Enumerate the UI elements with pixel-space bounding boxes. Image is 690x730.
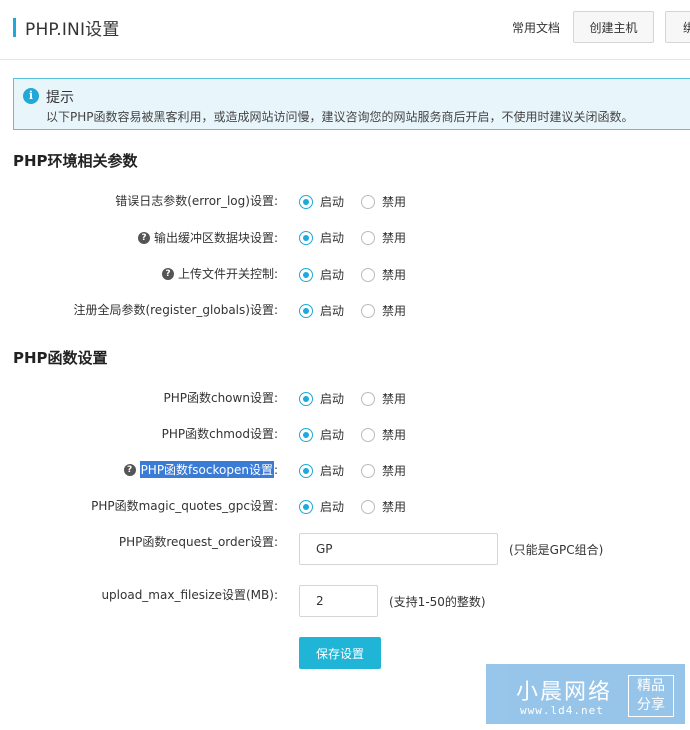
radio-unchecked-icon xyxy=(361,499,375,514)
radio-checked-icon xyxy=(299,391,313,406)
watermark-logo: 小晨网络 www.ld4.net 精品 分享 xyxy=(486,664,685,724)
radio-checked-icon xyxy=(299,267,313,282)
radio-enable-label: 启动 xyxy=(320,231,345,245)
file-uploads-disable-radio[interactable]: 禁用 xyxy=(361,266,406,283)
upload-max-label-text: upload_max_filesize设置(MB): xyxy=(101,588,278,602)
radio-checked-icon xyxy=(299,463,313,478)
fsockopen-enable-radio[interactable]: 启动 xyxy=(299,462,344,479)
radio-disable-label: 禁用 xyxy=(382,268,407,282)
radio-enable-label: 启动 xyxy=(320,428,345,442)
chmod-label-text: PHP函数chmod设置: xyxy=(161,427,278,441)
create-host-button[interactable]: 创建主机 xyxy=(573,11,654,43)
section-title-env: PHP环境相关参数 xyxy=(13,152,138,170)
upload-max-hint: (支持1-50的整数) xyxy=(389,595,486,609)
request-order-label-text: PHP函数request_order设置: xyxy=(118,535,278,549)
radio-checked-icon xyxy=(299,427,313,442)
magic-quotes-label-text: PHP函数magic_quotes_gpc设置: xyxy=(91,499,278,513)
radio-enable-label: 启动 xyxy=(320,464,345,478)
magic-quotes-disable-radio[interactable]: 禁用 xyxy=(361,498,406,515)
help-icon[interactable]: ? xyxy=(137,231,150,244)
radio-disable-label: 禁用 xyxy=(382,428,407,442)
section-title-functions: PHP函数设置 xyxy=(13,349,108,367)
radio-unchecked-icon xyxy=(361,267,375,282)
radio-checked-icon xyxy=(299,194,313,209)
radio-unchecked-icon xyxy=(361,463,375,478)
register-globals-label: 注册全局参数(register_globals)设置: xyxy=(73,301,278,318)
watermark-badge-line1: 精品 xyxy=(637,678,665,694)
bind-button[interactable]: 绑 xyxy=(665,11,690,43)
fsockopen-label-text: PHP函数fsockopen设置 xyxy=(139,461,274,478)
tip-text: 以下PHP函数容易被黑客利用，或造成网站访问慢，建议咨询您的网站服务商后开启，不… xyxy=(46,110,634,124)
tip-box: i 提示 以下PHP函数容易被黑客利用，或造成网站访问慢，建议咨询您的网站服务商… xyxy=(13,78,690,130)
watermark-badge-line2: 分享 xyxy=(637,697,665,713)
tip-title: 提示 xyxy=(46,90,74,106)
save-settings-button[interactable]: 保存设置 xyxy=(299,637,381,669)
radio-checked-icon xyxy=(299,230,313,245)
top-bar: PHP.INI设置 常用文档 创建主机 绑 xyxy=(0,0,690,60)
radio-enable-label: 启动 xyxy=(320,392,345,406)
radio-unchecked-icon xyxy=(361,427,375,442)
upload-max-label: upload_max_filesize设置(MB): xyxy=(101,586,278,603)
radio-unchecked-icon xyxy=(361,303,375,318)
fsockopen-disable-radio[interactable]: 禁用 xyxy=(361,462,406,479)
radio-checked-icon xyxy=(299,499,313,514)
info-icon: i xyxy=(23,88,39,104)
page-title: PHP.INI设置 xyxy=(25,20,120,40)
watermark-title: 小晨网络 xyxy=(516,680,613,705)
radio-checked-icon xyxy=(299,303,313,318)
error-log-enable-radio[interactable]: 启动 xyxy=(299,193,344,210)
help-icon[interactable]: ? xyxy=(161,267,174,280)
docs-link[interactable]: 常用文档 xyxy=(512,19,560,36)
request-order-hint: (只能是GPC组合) xyxy=(509,543,604,557)
register-globals-enable-radio[interactable]: 启动 xyxy=(299,302,344,319)
output-buffer-disable-radio[interactable]: 禁用 xyxy=(361,229,406,246)
fsockopen-label-colon: : xyxy=(273,462,278,477)
request-order-label: PHP函数request_order设置: xyxy=(119,533,278,550)
chmod-label: PHP函数chmod设置: xyxy=(162,425,278,442)
fsockopen-label: ? PHP函数fsockopen设置: xyxy=(123,461,278,478)
radio-disable-label: 禁用 xyxy=(382,500,407,514)
magic-quotes-label: PHP函数magic_quotes_gpc设置: xyxy=(91,497,278,514)
output-buffer-label-text: 输出缓冲区数据块设置: xyxy=(153,231,278,245)
help-icon[interactable]: ? xyxy=(123,463,136,476)
chown-enable-radio[interactable]: 启动 xyxy=(299,390,344,407)
radio-enable-label: 启动 xyxy=(320,500,345,514)
file-uploads-label: ? 上传文件开关控制: xyxy=(161,265,278,282)
radio-unchecked-icon xyxy=(361,230,375,245)
watermark-badge: 精品 分享 xyxy=(628,675,674,717)
chown-label-text: PHP函数chown设置: xyxy=(163,391,278,405)
error-log-label-text: 错误日志参数(error_log)设置: xyxy=(115,194,278,208)
radio-enable-label: 启动 xyxy=(320,304,345,318)
radio-disable-label: 禁用 xyxy=(382,304,407,318)
radio-disable-label: 禁用 xyxy=(382,392,407,406)
file-uploads-enable-radio[interactable]: 启动 xyxy=(299,266,344,283)
watermark-url: www.ld4.net xyxy=(520,704,604,717)
radio-unchecked-icon xyxy=(361,194,375,209)
chmod-enable-radio[interactable]: 启动 xyxy=(299,426,344,443)
title-accent-bar xyxy=(13,18,16,37)
radio-enable-label: 启动 xyxy=(320,195,345,209)
register-globals-disable-radio[interactable]: 禁用 xyxy=(361,302,406,319)
radio-disable-label: 禁用 xyxy=(382,195,407,209)
output-buffer-enable-radio[interactable]: 启动 xyxy=(299,229,344,246)
register-globals-label-text: 注册全局参数(register_globals)设置: xyxy=(73,303,278,317)
radio-unchecked-icon xyxy=(361,391,375,406)
chown-disable-radio[interactable]: 禁用 xyxy=(361,390,406,407)
output-buffer-label: ? 输出缓冲区数据块设置: xyxy=(137,229,278,246)
request-order-input[interactable] xyxy=(299,533,498,565)
chmod-disable-radio[interactable]: 禁用 xyxy=(361,426,406,443)
radio-enable-label: 启动 xyxy=(320,268,345,282)
upload-max-input[interactable] xyxy=(299,585,378,617)
file-uploads-label-text: 上传文件开关控制: xyxy=(177,267,278,281)
radio-disable-label: 禁用 xyxy=(382,231,407,245)
error-log-label: 错误日志参数(error_log)设置: xyxy=(115,192,278,209)
chown-label: PHP函数chown设置: xyxy=(163,389,278,406)
radio-disable-label: 禁用 xyxy=(382,464,407,478)
error-log-disable-radio[interactable]: 禁用 xyxy=(361,193,406,210)
magic-quotes-enable-radio[interactable]: 启动 xyxy=(299,498,344,515)
